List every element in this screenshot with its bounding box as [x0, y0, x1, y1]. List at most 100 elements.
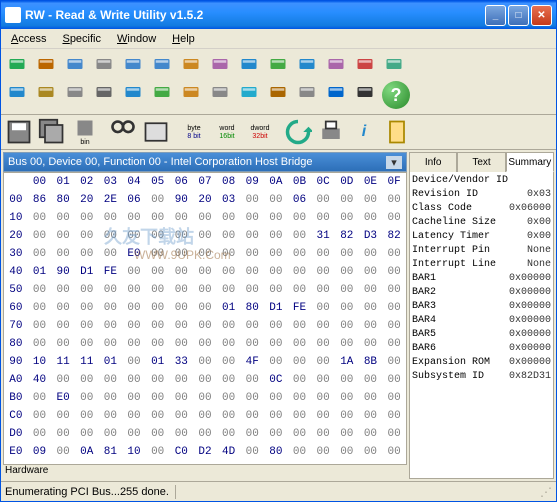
hex-cell[interactable]: D2	[193, 443, 217, 461]
hex-cell[interactable]: 00	[288, 371, 312, 389]
find-button[interactable]	[107, 117, 139, 147]
hex-cell[interactable]: 00	[51, 227, 75, 245]
hex-cell[interactable]: 00	[193, 371, 217, 389]
hex-cell[interactable]: 00	[240, 443, 264, 461]
view-button[interactable]	[140, 117, 172, 147]
hex-cell[interactable]: 00	[169, 281, 193, 299]
hex-cell[interactable]: 03	[217, 191, 241, 209]
cpu-icon[interactable]	[61, 51, 89, 77]
hex-cell[interactable]: 00	[122, 209, 146, 227]
hex-cell[interactable]: 00	[193, 389, 217, 407]
hex-cell[interactable]: A6	[217, 461, 241, 465]
hex-cell[interactable]: 00	[146, 443, 170, 461]
hex-cell[interactable]: 00	[99, 389, 123, 407]
hex-cell[interactable]: 00	[264, 389, 288, 407]
hex-cell[interactable]: 00	[335, 245, 359, 263]
hex-cell[interactable]: 00	[359, 245, 383, 263]
hex-cell[interactable]: 11	[51, 353, 75, 371]
hex-cell[interactable]: 04	[264, 461, 288, 465]
hex-cell[interactable]: 00	[240, 389, 264, 407]
hex-cell[interactable]: 00	[264, 407, 288, 425]
hex-cell[interactable]: 00	[335, 335, 359, 353]
hex-cell[interactable]: 00	[75, 317, 99, 335]
hex-cell[interactable]: 00	[169, 371, 193, 389]
hex-cell[interactable]: 00	[122, 353, 146, 371]
hex-cell[interactable]: 00	[311, 353, 335, 371]
hex-cell[interactable]: 00	[169, 209, 193, 227]
spd-icon[interactable]	[264, 51, 292, 77]
hex-cell[interactable]: 00	[28, 407, 52, 425]
cmd-icon[interactable]	[351, 79, 379, 105]
hex-cell[interactable]: 0A	[75, 443, 99, 461]
titlebar[interactable]: RW - Read & Write Utility v1.5.2 _ □ ✕	[1, 1, 556, 29]
hex-cell[interactable]: 00	[359, 191, 383, 209]
hex-cell[interactable]: 00	[99, 461, 123, 465]
acpi-icon[interactable]	[380, 51, 408, 77]
smbios-icon[interactable]	[148, 79, 176, 105]
hex-cell[interactable]: 80	[51, 191, 75, 209]
hex-cell[interactable]: 01	[99, 353, 123, 371]
hex-cell[interactable]: 40	[28, 371, 52, 389]
hex-cell[interactable]: 00	[311, 335, 335, 353]
hex-cell[interactable]: 82	[382, 227, 406, 245]
hex-cell[interactable]: 00	[122, 299, 146, 317]
hex-cell[interactable]: 00	[240, 263, 264, 281]
hex-cell[interactable]: 00	[359, 317, 383, 335]
hex-cell[interactable]: 20	[193, 191, 217, 209]
hex-cell[interactable]: 00	[382, 209, 406, 227]
hex-cell[interactable]: 00	[122, 389, 146, 407]
hex-cell[interactable]: 00	[193, 407, 217, 425]
hex-cell[interactable]: D1	[264, 299, 288, 317]
hex-cell[interactable]: 00	[51, 407, 75, 425]
b5aa-icon[interactable]	[177, 79, 205, 105]
mps-icon[interactable]	[206, 79, 234, 105]
hex-cell[interactable]: 00	[288, 317, 312, 335]
disk-icon[interactable]	[90, 79, 118, 105]
dropdown-arrow-icon[interactable]: ▾	[386, 156, 402, 169]
hex-cell[interactable]: 06	[122, 191, 146, 209]
hex-cell[interactable]: 00	[288, 335, 312, 353]
hex-cell[interactable]: 00	[146, 389, 170, 407]
hex-cell[interactable]: 00	[311, 281, 335, 299]
hex-cell[interactable]: 00	[28, 299, 52, 317]
hex-cell[interactable]: 00	[217, 425, 241, 443]
save-button[interactable]	[3, 117, 35, 147]
index-icon[interactable]	[148, 51, 176, 77]
msr-icon[interactable]	[351, 51, 379, 77]
hex-cell[interactable]: 00	[217, 245, 241, 263]
hex-cell[interactable]: 00	[75, 335, 99, 353]
hex-cell[interactable]: 00	[75, 407, 99, 425]
close-button[interactable]: ✕	[531, 5, 552, 26]
hex-cell[interactable]: 00	[335, 371, 359, 389]
hex-cell[interactable]: 00	[335, 443, 359, 461]
hex-cell[interactable]: 00	[264, 425, 288, 443]
hex-cell[interactable]: 10	[122, 443, 146, 461]
hex-cell[interactable]: 00	[193, 209, 217, 227]
hex-cell[interactable]: C0	[169, 443, 193, 461]
hex-cell[interactable]: 00	[217, 263, 241, 281]
hex-cell[interactable]: 00	[51, 209, 75, 227]
hex-cell[interactable]: 00	[28, 245, 52, 263]
hex-cell[interactable]: 90	[169, 191, 193, 209]
hex-cell[interactable]: 20	[75, 191, 99, 209]
hex-cell[interactable]: 00	[122, 425, 146, 443]
hex-cell[interactable]: 1A	[335, 353, 359, 371]
hex-cell[interactable]: 00	[169, 425, 193, 443]
hex-cell[interactable]: 00	[75, 227, 99, 245]
hex-cell[interactable]: 00	[335, 299, 359, 317]
hex-cell[interactable]: 00	[288, 443, 312, 461]
hex-cell[interactable]: FE	[99, 263, 123, 281]
hex-cell[interactable]: 00	[240, 317, 264, 335]
hex-cell[interactable]: 00	[193, 263, 217, 281]
hex-cell[interactable]: 10	[28, 353, 52, 371]
ec-icon[interactable]	[3, 79, 31, 105]
hex-cell[interactable]: 00	[359, 407, 383, 425]
hex-cell[interactable]: 00	[335, 461, 359, 465]
hex-cell[interactable]: 00	[193, 245, 217, 263]
hex-cell[interactable]: 01	[217, 299, 241, 317]
hex-cell[interactable]: 00	[146, 335, 170, 353]
isa-icon[interactable]	[90, 51, 118, 77]
resize-grip-icon[interactable]: ⋰	[540, 485, 552, 499]
hex-cell[interactable]: 00	[240, 335, 264, 353]
hex-cell[interactable]: 00	[311, 461, 335, 465]
